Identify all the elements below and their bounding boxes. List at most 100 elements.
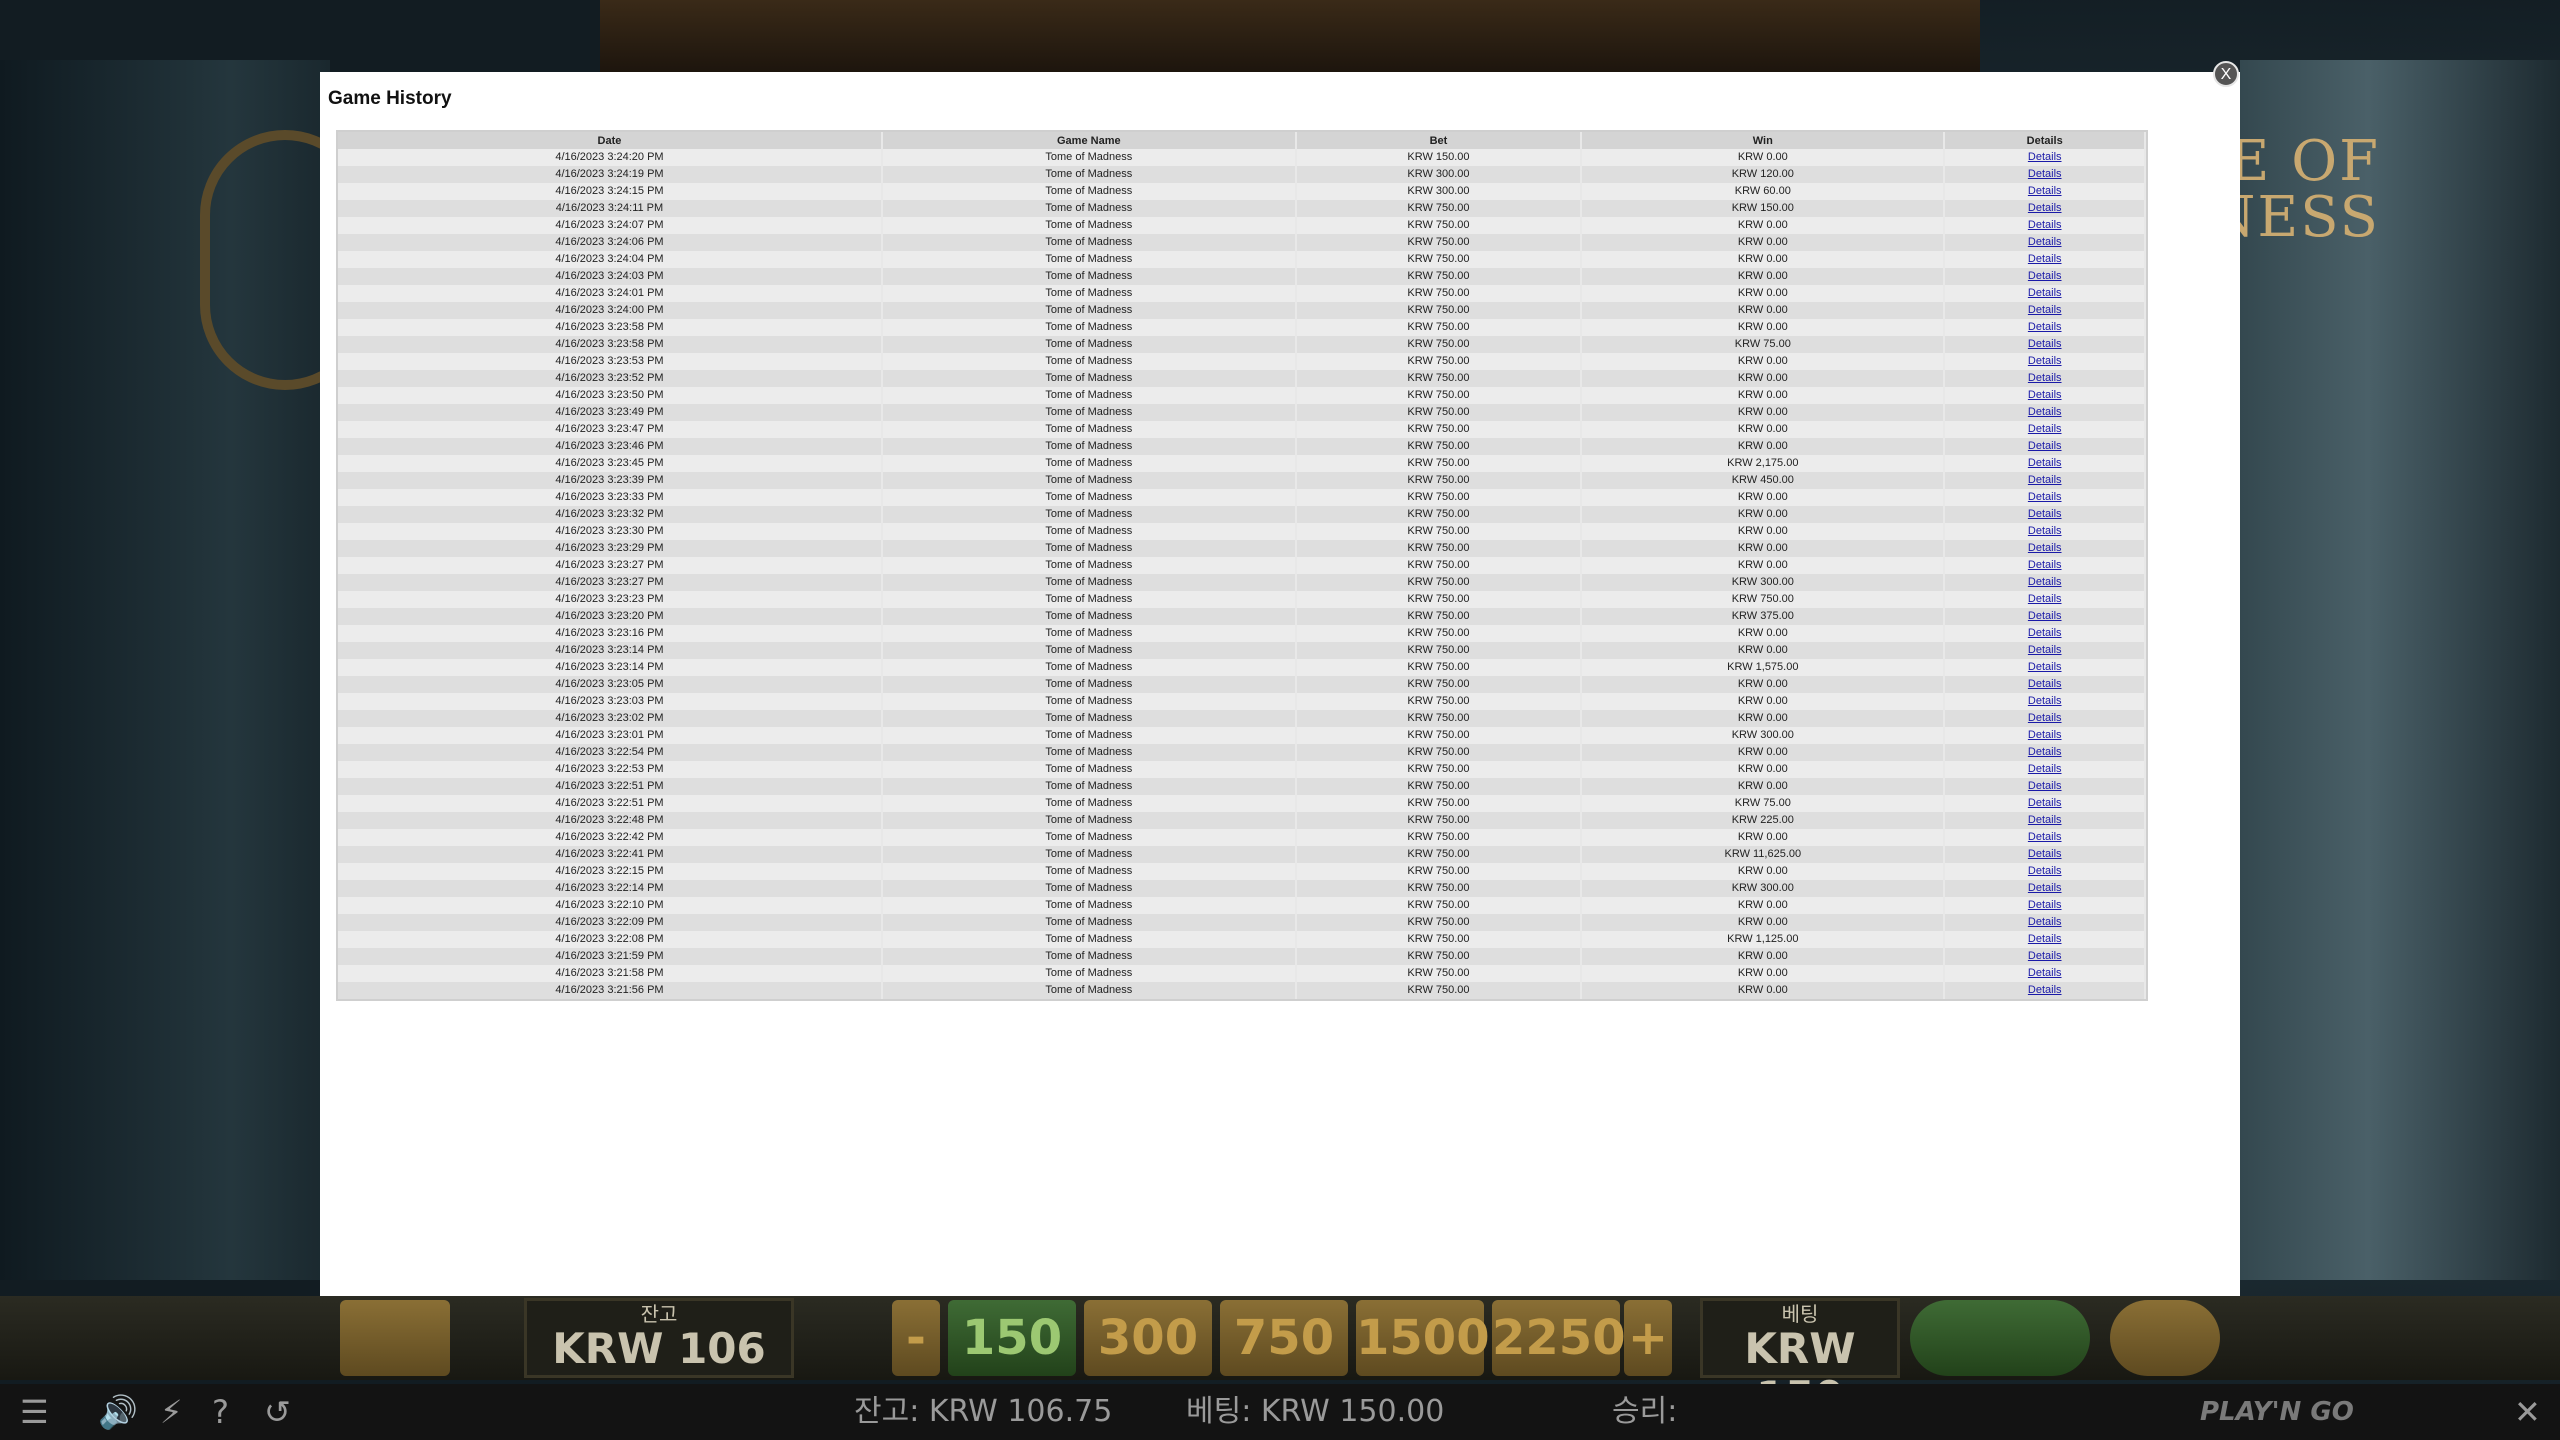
- details-link[interactable]: Details: [2028, 355, 2062, 367]
- details-link[interactable]: Details: [2028, 491, 2062, 503]
- bet-option-3[interactable]: 750: [1220, 1300, 1348, 1376]
- details-link[interactable]: Details: [2028, 678, 2062, 690]
- details-link[interactable]: Details: [2028, 610, 2062, 622]
- details-link[interactable]: Details: [2028, 644, 2062, 656]
- details-link[interactable]: Details: [2028, 729, 2062, 741]
- details-link[interactable]: Details: [2028, 763, 2062, 775]
- details-link[interactable]: Details: [2028, 746, 2062, 758]
- details-link[interactable]: Details: [2028, 933, 2062, 945]
- cell-bet: KRW 750.00: [1295, 523, 1583, 540]
- details-link[interactable]: Details: [2028, 916, 2062, 928]
- details-link[interactable]: Details: [2028, 848, 2062, 860]
- details-link[interactable]: Details: [2028, 865, 2062, 877]
- table-row: 4/16/2023 3:23:23 PM Tome of Madness KRW 7…: [338, 591, 2146, 608]
- bet-option-1[interactable]: 150: [948, 1300, 1076, 1376]
- table-row: 4/16/2023 3:24:06 PM Tome of Madness KRW 7…: [338, 234, 2146, 251]
- details-link[interactable]: Details: [2028, 780, 2062, 792]
- menu-icon[interactable]: ☰: [20, 1394, 49, 1430]
- details-link[interactable]: Details: [2028, 253, 2062, 265]
- details-link[interactable]: Details: [2028, 457, 2062, 469]
- details-link[interactable]: Details: [2028, 236, 2062, 248]
- cell-win: KRW 0.00: [1581, 863, 1946, 880]
- details-link[interactable]: Details: [2028, 287, 2062, 299]
- bet-increase-button[interactable]: +: [1624, 1300, 1672, 1376]
- cell-game-name: Tome of Madness: [881, 982, 1297, 999]
- column-header-details: Details: [1944, 132, 2146, 149]
- table-row: 4/16/2023 3:23:01 PM Tome of Madness KRW 7…: [338, 727, 2146, 744]
- cell-date: 4/16/2023 3:24:07 PM: [338, 217, 883, 234]
- details-link[interactable]: Details: [2028, 593, 2062, 605]
- details-link[interactable]: Details: [2028, 321, 2062, 333]
- cell-game-name: Tome of Madness: [881, 251, 1297, 268]
- cell-bet: KRW 750.00: [1295, 217, 1583, 234]
- details-link[interactable]: Details: [2028, 695, 2062, 707]
- details-link[interactable]: Details: [2028, 474, 2062, 486]
- play-button[interactable]: [2110, 1300, 2220, 1376]
- cell-bet: KRW 750.00: [1295, 285, 1583, 302]
- details-link[interactable]: Details: [2028, 831, 2062, 843]
- cell-date: 4/16/2023 3:23:27 PM: [338, 574, 883, 591]
- modal-close-button[interactable]: X: [2213, 61, 2239, 87]
- autoplay-button[interactable]: [340, 1300, 450, 1376]
- cell-bet: KRW 750.00: [1295, 761, 1583, 778]
- details-link[interactable]: Details: [2028, 559, 2062, 571]
- cell-date: 4/16/2023 3:21:58 PM: [338, 965, 883, 982]
- bet-option-4[interactable]: 1500: [1356, 1300, 1490, 1376]
- spin-button[interactable]: [1910, 1300, 2090, 1376]
- help-icon[interactable]: ?: [212, 1394, 229, 1430]
- turbo-icon[interactable]: ⚡: [160, 1394, 182, 1430]
- cell-bet: KRW 750.00: [1295, 234, 1583, 251]
- cell-game-name: Tome of Madness: [881, 948, 1297, 965]
- modal-title: Game History: [328, 88, 452, 109]
- details-link[interactable]: Details: [2028, 525, 2062, 537]
- details-link[interactable]: Details: [2028, 270, 2062, 282]
- details-link[interactable]: Details: [2028, 389, 2062, 401]
- table-row: 4/16/2023 3:23:03 PM Tome of Madness KRW 7…: [338, 693, 2146, 710]
- bet-decrease-button[interactable]: -: [892, 1300, 940, 1376]
- cell-bet: KRW 750.00: [1295, 795, 1583, 812]
- bet-option-2[interactable]: 300: [1084, 1300, 1212, 1376]
- details-link[interactable]: Details: [2028, 984, 2062, 996]
- game-history-modal: Game History X Date Game Name Bet Win De…: [320, 61, 2240, 1296]
- details-link[interactable]: Details: [2028, 950, 2062, 962]
- details-link[interactable]: Details: [2028, 627, 2062, 639]
- details-link[interactable]: Details: [2028, 712, 2062, 724]
- details-link[interactable]: Details: [2028, 338, 2062, 350]
- cell-game-name: Tome of Madness: [881, 438, 1297, 455]
- details-link[interactable]: Details: [2028, 508, 2062, 520]
- details-link[interactable]: Details: [2028, 440, 2062, 452]
- close-game-icon[interactable]: ✕: [2514, 1394, 2541, 1430]
- details-link[interactable]: Details: [2028, 219, 2062, 231]
- details-link[interactable]: Details: [2028, 661, 2062, 673]
- sound-icon[interactable]: 🔊: [98, 1394, 138, 1430]
- details-link[interactable]: Details: [2028, 406, 2062, 418]
- details-link[interactable]: Details: [2028, 882, 2062, 894]
- bet-option-5[interactable]: 2250: [1492, 1300, 1626, 1376]
- details-link[interactable]: Details: [2028, 967, 2062, 979]
- details-link[interactable]: Details: [2028, 814, 2062, 826]
- cell-bet: KRW 750.00: [1295, 625, 1583, 642]
- details-link[interactable]: Details: [2028, 304, 2062, 316]
- cell-game-name: Tome of Madness: [881, 727, 1297, 744]
- cell-win: KRW 0.00: [1581, 761, 1946, 778]
- details-link[interactable]: Details: [2028, 576, 2062, 588]
- details-link[interactable]: Details: [2028, 168, 2062, 180]
- details-link[interactable]: Details: [2028, 899, 2062, 911]
- details-link[interactable]: Details: [2028, 372, 2062, 384]
- history-icon[interactable]: ↺: [264, 1394, 291, 1430]
- details-link[interactable]: Details: [2028, 202, 2062, 214]
- details-link[interactable]: Details: [2028, 797, 2062, 809]
- table-row: 4/16/2023 3:23:39 PM Tome of Madness KRW 7…: [338, 472, 2146, 489]
- cell-date: 4/16/2023 3:24:20 PM: [338, 149, 883, 166]
- cell-details: Details: [1944, 336, 2146, 353]
- table-row: 4/16/2023 3:22:08 PM Tome of Madness KRW 7…: [338, 931, 2146, 948]
- cell-win: KRW 0.00: [1581, 557, 1946, 574]
- details-link[interactable]: Details: [2028, 151, 2062, 163]
- details-link[interactable]: Details: [2028, 185, 2062, 197]
- details-link[interactable]: Details: [2028, 542, 2062, 554]
- details-link[interactable]: Details: [2028, 423, 2062, 435]
- cell-details: Details: [1944, 523, 2146, 540]
- cell-details: Details: [1944, 200, 2146, 217]
- cell-win: KRW 300.00: [1581, 727, 1946, 744]
- cell-game-name: Tome of Madness: [881, 217, 1297, 234]
